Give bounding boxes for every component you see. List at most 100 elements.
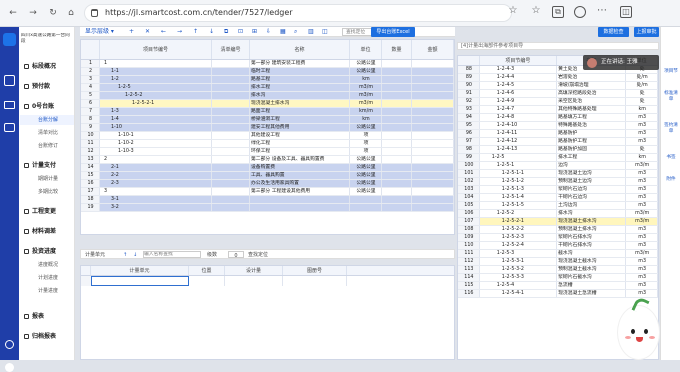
row-number[interactable]: 7 (81, 108, 100, 115)
code-cell[interactable]: 1 (100, 60, 212, 67)
reference-row[interactable]: 108 1-2-5-2-2 预制混凝土排水沟 m3 (458, 226, 658, 234)
reference-row-number[interactable]: 114 (458, 274, 480, 281)
reference-row[interactable]: 90 1-2-4-5 滑坡/崩塌治理 处/m (458, 82, 658, 90)
nav-archive-report[interactable]: 归档报表 (20, 332, 74, 342)
measure-row-selected[interactable] (81, 276, 454, 286)
delete-icon[interactable]: ✕ (145, 28, 150, 36)
reference-row[interactable]: 110 1-2-5-2-4 干砌片石排水沟 m3 (458, 242, 658, 250)
qty-cell[interactable] (382, 132, 412, 139)
table-row[interactable]: 14 2-1 设备购置费 公路公里 (81, 164, 454, 172)
paste-icon[interactable]: ⊡ (238, 28, 243, 36)
reference-row[interactable]: 89 1-2-4-4 岩溶处治 处/m (458, 74, 658, 82)
row-number[interactable]: 3 (81, 76, 100, 83)
code-cell[interactable]: 1-1 (100, 68, 212, 75)
reference-code-cell[interactable]: 1-2-4-8 (480, 114, 558, 121)
reference-row-number[interactable]: 95 (458, 122, 480, 129)
reference-code-cell[interactable]: 1-2-5-4-1 (480, 290, 558, 297)
rail-project-section[interactable]: 项目节 (663, 69, 679, 85)
mail-icon[interactable] (4, 101, 15, 109)
reference-unit-cell[interactable]: m3 (626, 186, 658, 193)
code-cell[interactable]: 1-10-3 (100, 148, 212, 155)
measure-position-cell[interactable] (189, 276, 225, 286)
list-cell[interactable] (212, 76, 250, 83)
reference-row-number[interactable]: 92 (458, 98, 480, 105)
reference-row[interactable]: 93 1-2-4-7 其他特殊路基处理 km (458, 106, 658, 114)
batch-icon[interactable]: ⊞ (252, 28, 257, 36)
name-cell[interactable]: 绿化工程 (250, 140, 350, 147)
reference-unit-cell[interactable]: m3 (626, 234, 658, 241)
reference-name-cell[interactable]: 截水沟 (557, 250, 627, 257)
qty-cell[interactable] (382, 92, 412, 99)
reference-unit-cell[interactable]: m3 (626, 194, 658, 201)
collections-icon[interactable]: ⧉ (552, 6, 564, 18)
export-excel-button[interactable]: 导出台账Excel (371, 27, 415, 37)
list-cell[interactable] (212, 156, 250, 163)
reference-unit-cell[interactable]: m3 (626, 282, 658, 289)
qty-cell[interactable] (382, 84, 412, 91)
amount-cell[interactable] (412, 204, 454, 211)
name-cell[interactable] (250, 196, 350, 203)
reference-name-cell[interactable]: 急流槽 (557, 282, 627, 289)
reference-name-cell[interactable]: 浆砌片石边沟 (557, 186, 627, 193)
unit-cell[interactable]: 公路公里 (350, 124, 382, 131)
table-row[interactable]: 11 1-10-2 绿化工程项 (81, 140, 454, 148)
code-cell[interactable]: 1-2-5-2-1 (100, 100, 212, 107)
table-row[interactable]: 7 1-3 路面工程 km/m (81, 108, 454, 116)
table-row[interactable]: 1 1 第一部分 建筑安装工程费 公路公里 (81, 60, 454, 68)
name-cell[interactable]: 工具、器具购置 (250, 172, 350, 179)
reference-name-cell[interactable]: 其他特殊路基处理 (557, 106, 627, 113)
unit-cell[interactable]: 公路公里 (350, 188, 382, 195)
name-cell[interactable]: 第三部分 工程建设其他费用 (250, 188, 350, 195)
table-row[interactable]: 10 1-10-1 其他建设工程项 (81, 132, 454, 140)
amount-cell[interactable] (412, 68, 454, 75)
bookmark-star-icon[interactable]: ☆ (507, 6, 519, 18)
unit-cell[interactable]: 项 (350, 140, 382, 147)
reference-row-number[interactable]: 107 (458, 218, 480, 225)
reference-name-cell[interactable]: 路基防护工程 (557, 138, 627, 145)
reference-name-cell[interactable]: 预制混凝土排水沟 (557, 226, 627, 233)
nav-multi-period[interactable]: 多期比较 (20, 187, 74, 197)
amount-cell[interactable] (412, 140, 454, 147)
list-cell[interactable] (212, 140, 250, 147)
name-cell[interactable]: 路基工程 (250, 76, 350, 83)
reference-row[interactable]: 115 1-2-5-4 急流槽 m3 (458, 282, 658, 290)
reference-unit-cell[interactable]: 处/m (626, 82, 658, 89)
qty-cell[interactable] (382, 204, 412, 211)
table-row[interactable]: 4 1-2-5 排水工程 m3/m (81, 84, 454, 92)
reference-row[interactable]: 97 1-2-4-12 路基防护工程 m3 (458, 138, 658, 146)
unit-cell[interactable] (350, 204, 382, 211)
reference-row-number[interactable]: 115 (458, 282, 480, 289)
reference-row[interactable]: 111 1-2-5-3 截水沟 m3/m (458, 250, 658, 258)
reference-row[interactable]: 92 1-2-4-9 采空区处治处 (458, 98, 658, 106)
list-cell[interactable] (212, 132, 250, 139)
reference-unit-cell[interactable]: km (626, 154, 658, 161)
code-cell[interactable]: 3-1 (100, 196, 212, 203)
reference-name-cell[interactable]: 预制混凝土截水沟 (557, 266, 627, 273)
reference-name-cell[interactable]: 边沟 (557, 162, 627, 169)
unit-cell[interactable]: km (350, 76, 382, 83)
row-number[interactable]: 8 (81, 116, 100, 123)
submit-approval-button[interactable]: 上报审批 (634, 27, 659, 37)
reference-unit-cell[interactable]: km (626, 106, 658, 113)
reference-code-cell[interactable]: 1-2-4-6 (480, 90, 558, 97)
nav-prepayment[interactable]: 预付款 (20, 82, 74, 92)
unit-cell[interactable]: 项 (350, 148, 382, 155)
reference-name-cell[interactable]: 干砌片石边沟 (557, 194, 627, 201)
qty-cell[interactable] (382, 100, 412, 107)
unit-cell[interactable]: 公路公里 (350, 164, 382, 171)
reference-row-number[interactable]: 112 (458, 258, 480, 265)
row-number[interactable]: 5 (81, 92, 100, 99)
reference-name-cell[interactable]: 路基防护 (557, 130, 627, 137)
refresh-icon[interactable]: ↻ (48, 8, 58, 18)
reference-row-number[interactable]: 90 (458, 82, 480, 89)
name-cell[interactable]: 临时工程 (250, 68, 350, 75)
reference-code-cell[interactable]: 1-2-5-1 (480, 162, 558, 169)
reference-row[interactable]: 91 1-2-4-6 高填深挖路段处治处 (458, 90, 658, 98)
unit-cell[interactable]: 项 (350, 132, 382, 139)
reference-code-cell[interactable]: 1-2-5-3-2 (480, 266, 558, 273)
list-cell[interactable] (212, 92, 250, 99)
reference-row[interactable]: 104 1-2-5-1-4 干砌片石边沟 m3 (458, 194, 658, 202)
reference-row-number[interactable]: 103 (458, 186, 480, 193)
nav-ledger-zero[interactable]: 0号台账 (20, 102, 74, 112)
unit-cell[interactable]: km (350, 116, 382, 123)
